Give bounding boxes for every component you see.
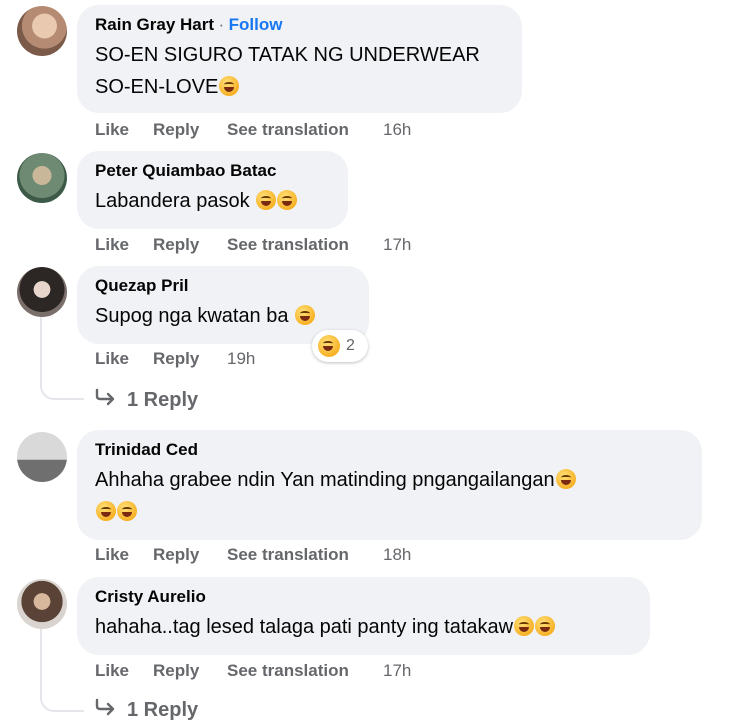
comment-bubble: Trinidad Ced Ahhaha grabee ndin Yan mati… xyxy=(77,430,702,540)
comment-bubble: Cristy Aurelio hahaha..tag lesed talaga … xyxy=(77,577,650,655)
laughing-emoji-icon xyxy=(219,76,240,96)
see-translation-link[interactable]: See translation xyxy=(227,661,349,681)
see-translation-link[interactable]: See translation xyxy=(227,545,349,565)
avatar[interactable] xyxy=(17,432,67,482)
author-name[interactable]: Trinidad Ced xyxy=(95,440,684,460)
separator: · xyxy=(218,15,225,34)
reply-button[interactable]: Reply xyxy=(153,349,199,369)
comment-text: SO-EN SIGURO TATAK NG UNDERWEAR SO-EN-LOV… xyxy=(95,44,480,98)
view-replies-link[interactable]: 1 Reply xyxy=(95,698,198,722)
comment-text: hahaha..tag lesed talaga pati panty ing … xyxy=(95,611,632,643)
thread-connector-curve xyxy=(40,372,84,400)
avatar[interactable] xyxy=(17,6,67,56)
view-replies-link[interactable]: 1 Reply xyxy=(95,388,198,412)
avatar[interactable] xyxy=(17,153,67,203)
reply-arrow-icon xyxy=(95,388,117,412)
like-button[interactable]: Like xyxy=(95,349,129,369)
avatar[interactable] xyxy=(17,267,67,317)
laughing-emoji-icon xyxy=(318,335,340,357)
like-button[interactable]: Like xyxy=(95,545,129,565)
laughing-emoji-icon xyxy=(117,501,137,521)
timestamp[interactable]: 16h xyxy=(383,120,411,140)
laughing-emoji-icon xyxy=(96,501,116,521)
laughing-emoji-icon xyxy=(295,305,316,325)
timestamp[interactable]: 19h xyxy=(227,349,255,369)
thread-connector xyxy=(40,628,42,688)
reply-arrow-icon xyxy=(95,698,117,722)
reply-button[interactable]: Reply xyxy=(153,661,199,681)
see-translation-link[interactable]: See translation xyxy=(227,235,349,255)
like-button[interactable]: Like xyxy=(95,120,129,140)
comment-bubble: Rain Gray Hart · Follow SO-EN SIGURO TAT… xyxy=(77,5,522,113)
like-button[interactable]: Like xyxy=(95,235,129,255)
comment-text: Labandera pasok xyxy=(95,185,330,217)
laughing-emoji-icon xyxy=(555,469,576,489)
author-name[interactable]: Quezap Pril xyxy=(95,276,351,296)
see-translation-link[interactable]: See translation xyxy=(227,120,349,140)
thread-connector xyxy=(40,316,42,376)
author-name[interactable]: Cristy Aurelio xyxy=(95,587,632,607)
laughing-emoji-icon xyxy=(514,616,535,636)
reaction-summary[interactable]: 2 xyxy=(312,330,368,362)
reply-button[interactable]: Reply xyxy=(153,120,199,140)
comment-header: Rain Gray Hart · Follow xyxy=(95,15,504,35)
author-name[interactable]: Rain Gray Hart xyxy=(95,15,214,34)
thread-connector-curve xyxy=(40,684,84,712)
laughing-emoji-icon xyxy=(256,190,277,210)
comment-text: Supog nga kwatan ba xyxy=(95,300,351,332)
reply-button[interactable]: Reply xyxy=(153,545,199,565)
timestamp[interactable]: 18h xyxy=(383,545,411,565)
laughing-emoji-icon xyxy=(277,190,298,210)
follow-button[interactable]: Follow xyxy=(229,15,283,34)
comment-bubble: Peter Quiambao Batac Labandera pasok xyxy=(77,151,348,229)
like-button[interactable]: Like xyxy=(95,661,129,681)
timestamp[interactable]: 17h xyxy=(383,661,411,681)
reply-button[interactable]: Reply xyxy=(153,235,199,255)
timestamp[interactable]: 17h xyxy=(383,235,411,255)
laughing-emoji-icon xyxy=(535,616,556,636)
avatar[interactable] xyxy=(17,579,67,629)
author-name[interactable]: Peter Quiambao Batac xyxy=(95,161,330,181)
reaction-count: 2 xyxy=(346,337,355,354)
comment-text: Ahhaha grabee ndin Yan matinding pnganga… xyxy=(95,464,684,528)
